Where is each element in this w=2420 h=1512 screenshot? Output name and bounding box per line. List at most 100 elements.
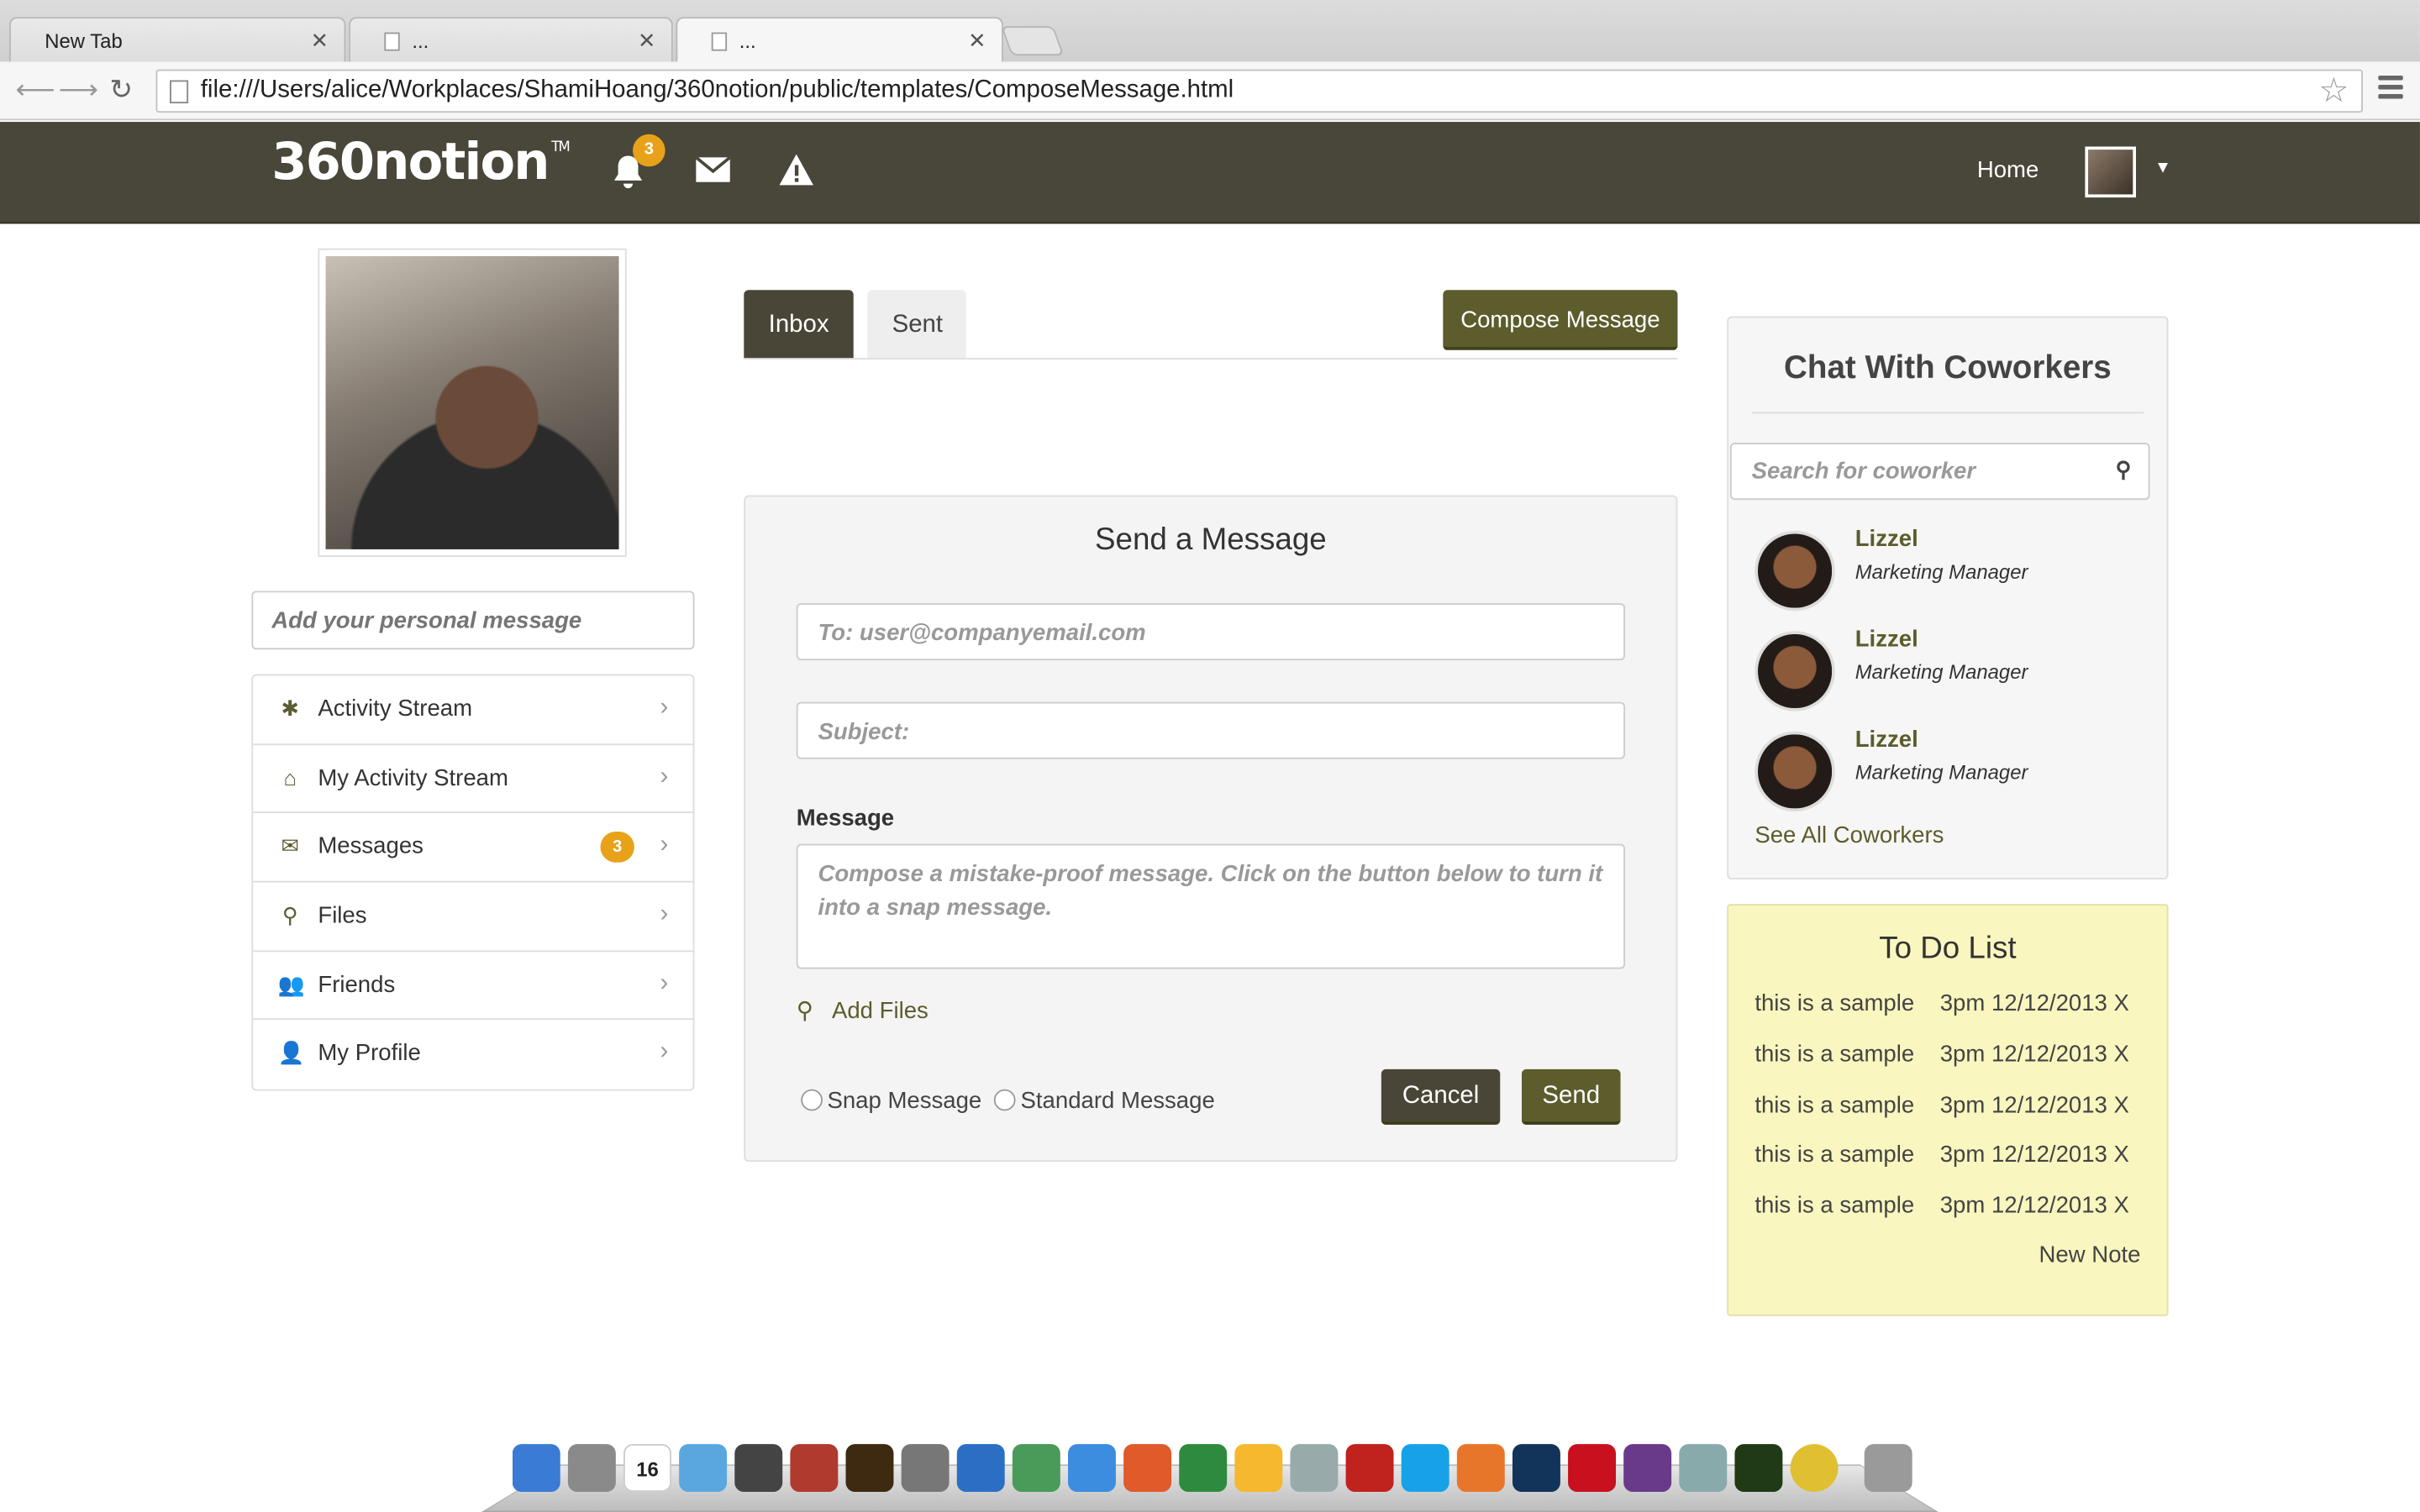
chevron-right-icon: › xyxy=(660,969,669,997)
new-note-link[interactable]: New Note xyxy=(2039,1242,2141,1268)
standard-message-label[interactable]: Standard Message xyxy=(1021,1088,1215,1114)
messages-app-icon[interactable] xyxy=(679,1444,728,1493)
sidebar-item-friends[interactable]: 👥 Friends › xyxy=(253,952,693,1021)
compose-message-button[interactable]: Compose Message xyxy=(1443,290,1678,350)
forward-arrow-icon[interactable]: ⟶ xyxy=(59,74,98,107)
browser-tab-title: New Tab xyxy=(45,29,123,53)
snap-message-label[interactable]: Snap Message xyxy=(827,1088,981,1114)
sidebar-item-files[interactable]: ⚲ Files › xyxy=(253,883,693,952)
coworker-search-placeholder: Search for coworker xyxy=(1751,458,1976,485)
profile-photo[interactable] xyxy=(318,248,627,558)
home-link[interactable]: Home xyxy=(1977,157,2039,183)
app-navbar: 360notion TM 3 Home ▼ xyxy=(0,122,2420,224)
todo-text: this is a sample xyxy=(1754,1092,1915,1119)
tab-close-icon[interactable]: ✕ xyxy=(968,28,986,54)
calendar-icon[interactable]: 16 xyxy=(623,1444,671,1493)
paperclip-icon: ⚲ xyxy=(796,998,813,1025)
send-message-panel: Send a Message To: user@companyemail.com… xyxy=(744,495,1678,1163)
subject-field[interactable]: Subject: xyxy=(796,701,1626,759)
word-icon[interactable] xyxy=(956,1444,1005,1493)
sidebar-item-my-profile[interactable]: 👤 My Profile › xyxy=(253,1021,692,1089)
todo-due[interactable]: 3pm 12/12/2013 X xyxy=(1940,1092,2129,1118)
add-files-label: Add Files xyxy=(831,998,929,1025)
tab-close-icon[interactable]: ✕ xyxy=(638,28,656,54)
screen: New Tab ✕ ... ✕ ... ✕ ⟵ ⟶ ↻ file:///User… xyxy=(0,0,2420,1512)
browser-tab-2[interactable]: ... ✕ xyxy=(349,17,673,62)
todo-text: this is a sample xyxy=(1754,990,1915,1017)
sidebar-item-label: My Activity Stream xyxy=(318,764,508,791)
standard-message-radio[interactable] xyxy=(994,1089,1017,1111)
chrome-icon[interactable] xyxy=(1790,1444,1839,1493)
trash-icon[interactable] xyxy=(1864,1444,1912,1493)
to-field[interactable]: To: user@companyemail.com xyxy=(796,603,1626,661)
message-textarea[interactable]: Compose a mistake-proof message. Click o… xyxy=(796,843,1626,969)
todo-due[interactable]: 3pm 12/12/2013 X xyxy=(1940,1193,2129,1219)
browser-tab-title: ... xyxy=(739,29,756,53)
coworker-item[interactable]: Lizzel Marketing Manager xyxy=(1754,727,2156,812)
personal-message-input[interactable] xyxy=(251,591,695,650)
see-all-coworkers-link[interactable]: See All Coworkers xyxy=(1754,822,1944,848)
todo-item: this is a sample 3pm 12/12/2013 X xyxy=(1754,1142,2129,1168)
browser-tab-active[interactable]: ... ✕ xyxy=(676,17,1003,62)
send-button[interactable]: Send xyxy=(1521,1068,1621,1125)
acrobat-icon[interactable] xyxy=(1568,1444,1617,1493)
tab-sent[interactable]: Sent xyxy=(867,290,966,359)
photos-icon[interactable] xyxy=(1679,1444,1728,1493)
sidebar-item-messages[interactable]: ✉ Messages 3 › xyxy=(253,814,693,883)
cancel-button[interactable]: Cancel xyxy=(1381,1068,1501,1125)
user-avatar[interactable] xyxy=(2085,146,2136,198)
tab-close-icon[interactable]: ✕ xyxy=(311,28,329,54)
launchpad-icon[interactable] xyxy=(567,1444,616,1493)
coworker-role: Marketing Manager xyxy=(1854,660,2028,684)
notification-count-badge: 3 xyxy=(633,134,666,167)
excel-icon[interactable] xyxy=(1179,1444,1228,1493)
brand-logo[interactable]: 360notion TM xyxy=(271,131,571,192)
dreamweaver-icon[interactable] xyxy=(1734,1444,1783,1493)
sidebar-item-label: Activity Stream xyxy=(318,696,473,722)
skype-icon[interactable] xyxy=(1401,1444,1449,1493)
photoshop-icon[interactable] xyxy=(1512,1444,1560,1493)
coworker-item[interactable]: Lizzel Marketing Manager xyxy=(1754,526,2156,612)
coworker-name: Lizzel xyxy=(1854,727,1918,753)
browser-tab-new-tab[interactable]: New Tab ✕ xyxy=(9,17,346,62)
user-icon: 👤 xyxy=(277,1040,305,1066)
sidebar-item-activity-stream[interactable]: ✱ Activity Stream › xyxy=(253,675,693,745)
preview-icon[interactable] xyxy=(1012,1444,1060,1493)
bookmark-star-icon[interactable]: ☆ xyxy=(2318,71,2349,111)
illustrator-icon[interactable] xyxy=(845,1444,894,1493)
tab-inbox[interactable]: Inbox xyxy=(744,290,854,359)
utility-icon[interactable] xyxy=(1290,1444,1339,1493)
new-tab-button[interactable] xyxy=(1001,26,1065,56)
todo-due[interactable]: 3pm 12/12/2013 X xyxy=(1940,1142,2129,1168)
add-files-link[interactable]: ⚲ Add Files xyxy=(796,997,929,1025)
chevron-down-icon[interactable]: ▼ xyxy=(2154,159,2171,177)
github-icon[interactable] xyxy=(1623,1444,1672,1493)
camera-icon[interactable] xyxy=(734,1444,783,1493)
filezilla-icon[interactable] xyxy=(1345,1444,1394,1493)
panel-title: Send a Message xyxy=(1095,522,1327,558)
coworker-name: Lizzel xyxy=(1854,526,1918,553)
snap-message-radio[interactable] xyxy=(801,1089,823,1111)
warning-icon[interactable] xyxy=(778,153,815,196)
coworker-item[interactable]: Lizzel Marketing Manager xyxy=(1754,627,2156,711)
back-arrow-icon[interactable]: ⟵ xyxy=(15,74,55,107)
search-icon[interactable]: ⚲ xyxy=(2116,457,2132,483)
todo-due[interactable]: 3pm 12/12/2013 X xyxy=(1940,1042,2129,1068)
finder-icon[interactable] xyxy=(512,1444,560,1493)
dictionary-icon[interactable] xyxy=(790,1444,839,1493)
sidebar-item-label: My Profile xyxy=(318,1040,421,1067)
firefox-icon[interactable] xyxy=(1456,1444,1505,1493)
todo-due[interactable]: 3pm 12/12/2013 X xyxy=(1940,990,2129,1016)
address-bar[interactable]: file:///Users/alice/Workplaces/ShamiHoan… xyxy=(155,69,2363,113)
avatar xyxy=(1754,731,1835,812)
safari-icon[interactable] xyxy=(1067,1444,1116,1493)
reload-icon[interactable]: ↻ xyxy=(109,74,133,107)
coworker-search-input[interactable]: Search for coworker ⚲ xyxy=(1729,443,2150,501)
chat-with-coworkers-panel: Chat With Coworkers Search for coworker … xyxy=(1727,316,2169,879)
browser-menu-icon[interactable] xyxy=(2378,75,2403,103)
powerpoint-icon[interactable] xyxy=(1123,1444,1172,1493)
system-preferences-icon[interactable] xyxy=(901,1444,950,1493)
outlook-icon[interactable] xyxy=(1234,1444,1283,1493)
envelope-icon[interactable] xyxy=(695,153,732,195)
sidebar-item-my-activity-stream[interactable]: ⌂ My Activity Stream › xyxy=(253,745,693,814)
